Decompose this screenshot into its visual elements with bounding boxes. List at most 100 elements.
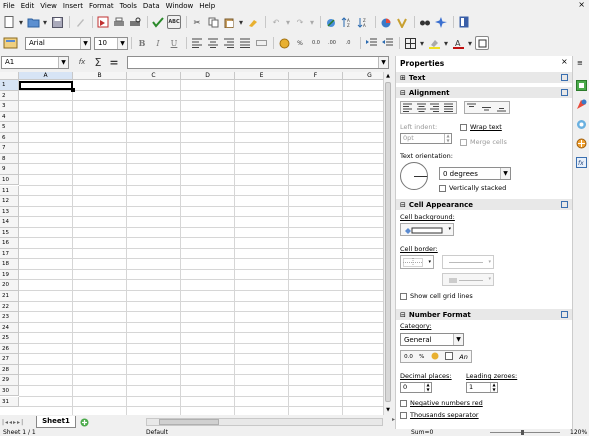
section-text[interactable]: ⊞ Text — [396, 72, 573, 83]
category-combo[interactable]: General ▼ — [400, 333, 464, 346]
paste-dropdown-icon[interactable]: ▾ — [238, 15, 244, 29]
chevron-down-icon[interactable]: ▾ — [428, 259, 431, 265]
zoom-slider[interactable] — [490, 432, 560, 433]
column-header-c[interactable]: C — [127, 72, 181, 80]
column-header-a[interactable]: A — [19, 72, 73, 80]
column-header-d[interactable]: D — [181, 72, 235, 80]
scroll-down-icon[interactable]: ▼ — [384, 406, 392, 414]
left-indent-spinner[interactable]: 0pt ▲ ▼ — [400, 133, 452, 144]
chevron-down-icon[interactable]: ▾ — [488, 259, 491, 265]
negative-red-checkbox[interactable] — [400, 400, 407, 407]
chevron-down-icon[interactable]: ▼ — [453, 334, 463, 345]
row-header-24[interactable]: 24 — [0, 322, 19, 334]
decimal-places-spinner[interactable]: 0 ▲ ▼ — [400, 382, 432, 393]
borders-icon[interactable] — [403, 36, 417, 50]
more-options-icon[interactable] — [561, 201, 568, 208]
row-header-5[interactable]: 5 — [0, 122, 19, 133]
orientation-combo[interactable]: 0 degrees ▼ — [439, 167, 511, 180]
line-color-picker[interactable]: ▾ — [442, 273, 494, 286]
horizontal-scrollbar[interactable] — [146, 418, 383, 426]
font-size-combo[interactable]: 10 ▼ — [94, 36, 128, 50]
row-header-15[interactable]: 15 — [0, 227, 19, 239]
close-sidebar-icon[interactable]: × — [561, 57, 568, 66]
menu-tools[interactable]: Tools — [120, 2, 137, 10]
close-document-icon[interactable]: × — [578, 0, 585, 9]
clone-formatting-icon[interactable] — [246, 15, 260, 29]
vertical-scrollbar[interactable]: ▲ ▼ — [383, 72, 392, 415]
align-left-icon[interactable] — [190, 36, 204, 50]
row-header-13[interactable]: 13 — [0, 206, 19, 218]
spelling-icon[interactable] — [151, 15, 165, 29]
more-options-icon[interactable] — [561, 89, 568, 96]
section-cell-appearance[interactable]: ⊟ Cell Appearance — [396, 199, 573, 210]
menu-data[interactable]: Data — [143, 2, 160, 10]
horizontal-scrollbar-thumb[interactable] — [159, 419, 219, 425]
more-options-icon[interactable] — [561, 311, 568, 318]
chevron-down-icon[interactable]: ▼ — [58, 56, 68, 68]
edit-mode-icon[interactable] — [73, 15, 87, 29]
row-header-11[interactable]: 11 — [0, 185, 19, 197]
merge-cells-icon[interactable] — [254, 36, 268, 50]
delete-decimal-icon[interactable]: .0 — [341, 36, 355, 50]
row-header-29[interactable]: 29 — [0, 375, 19, 386]
align-middle-icon[interactable] — [481, 103, 492, 112]
orientation-dial[interactable] — [400, 162, 428, 190]
spinner-arrows-icon[interactable]: ▲ ▼ — [424, 382, 431, 392]
row-header-20[interactable]: 20 — [0, 280, 19, 291]
menu-format[interactable]: Format — [89, 2, 114, 10]
sidebar-collapse-handle[interactable]: ▸ — [392, 416, 395, 423]
currency-format-icon[interactable] — [277, 36, 291, 50]
line-style-picker[interactable]: ▾ — [442, 255, 494, 269]
spreadsheet-grid[interactable]: ABCDEFG 1 2 3 4 5 6 7 8 9 10 11 12 13 14 15 16 17 18 19 20 2… — [0, 72, 383, 415]
row-header-22[interactable]: 22 — [0, 301, 19, 313]
borders-dropdown-icon[interactable]: ▾ — [419, 36, 425, 50]
align-left-icon[interactable] — [402, 103, 413, 112]
vertically-stacked-checkbox[interactable] — [439, 185, 446, 192]
text-format-button[interactable]: An — [459, 353, 468, 361]
add-sheet-icon[interactable] — [78, 417, 90, 427]
menu-window[interactable]: Window — [166, 2, 194, 10]
font-name-combo[interactable]: Arial ▼ — [25, 36, 91, 50]
menu-edit[interactable]: Edit — [21, 2, 35, 10]
row-header-4[interactable]: 4 — [0, 111, 19, 123]
undo-icon[interactable]: ↶ — [269, 15, 283, 29]
sum-icon[interactable]: Σ — [91, 55, 105, 69]
name-box[interactable]: A1 ▼ — [1, 55, 69, 69]
function-wizard-icon[interactable]: fx — [75, 55, 89, 69]
row-header-7[interactable]: 7 — [0, 143, 19, 154]
row-header-3[interactable]: 3 — [0, 101, 19, 112]
row-header-16[interactable]: 16 — [0, 238, 19, 249]
print-preview-icon[interactable] — [128, 15, 142, 29]
menu-view[interactable]: View — [40, 2, 57, 10]
autospellcheck-icon[interactable]: ABC — [167, 15, 181, 29]
italic-icon[interactable]: I — [151, 36, 165, 50]
gallery-deck-icon[interactable] — [576, 119, 587, 132]
currency-format-icon[interactable] — [431, 352, 439, 362]
styles-deck-icon[interactable] — [576, 99, 587, 112]
align-top-icon[interactable] — [467, 103, 477, 112]
spinner-arrows-icon[interactable]: ▲ ▼ — [490, 382, 497, 392]
justify-icon[interactable] — [238, 36, 252, 50]
redo-icon[interactable]: ↷ — [293, 15, 307, 29]
number-format-icon[interactable]: 0.0 — [404, 354, 413, 360]
leading-zeroes-spinner[interactable]: 1 ▲ ▼ — [466, 382, 498, 393]
row-header-25[interactable]: 25 — [0, 333, 19, 344]
sort-ascending-icon[interactable]: AZ — [340, 15, 354, 29]
new-document-icon[interactable] — [2, 15, 16, 29]
row-header-31[interactable]: 31 — [0, 396, 19, 408]
number-format-icon[interactable]: 0.0 — [309, 36, 323, 50]
row-header-26[interactable]: 26 — [0, 343, 19, 355]
functions-deck-icon[interactable]: fx — [576, 157, 587, 170]
chevron-down-icon[interactable]: ▼ — [80, 37, 90, 49]
row-header-27[interactable]: 27 — [0, 354, 19, 365]
undo-dropdown-icon[interactable]: ▾ — [285, 15, 291, 29]
wrap-text-checkbox[interactable] — [460, 124, 467, 131]
more-options-icon[interactable] — [561, 74, 568, 81]
decrease-indent-icon[interactable] — [380, 36, 394, 50]
pivot-table-icon[interactable] — [395, 15, 409, 29]
navigator-deck-icon[interactable] — [576, 138, 587, 151]
menu-insert[interactable]: Insert — [63, 2, 83, 10]
font-color-dropdown-icon[interactable]: ▾ — [467, 36, 473, 50]
percent-format-icon[interactable]: % — [419, 354, 424, 360]
row-header-19[interactable]: 19 — [0, 269, 19, 281]
